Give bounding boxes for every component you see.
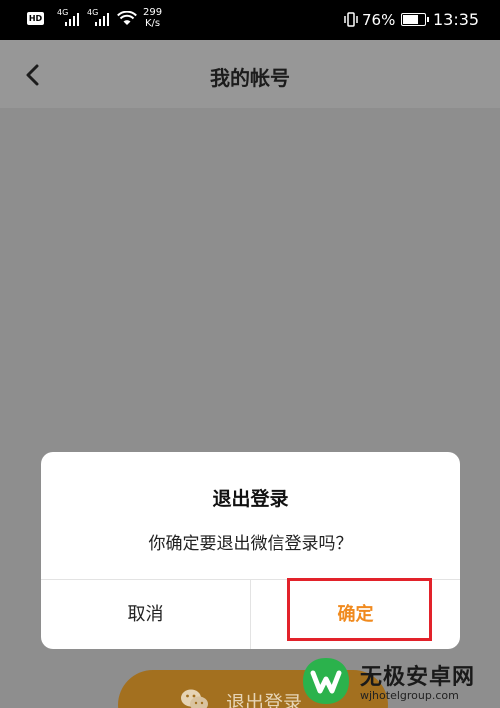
nav-bar: 我的帐号 [0, 40, 500, 108]
vibrate-icon [344, 12, 358, 27]
wechat-icon [181, 689, 208, 708]
dialog-message: 你确定要退出微信登录吗？ [148, 534, 353, 554]
watermark-logo-icon [303, 658, 349, 704]
network-speed-value: 299 [143, 7, 163, 18]
battery-icon [401, 13, 429, 26]
network-speed-unit: K/s [144, 18, 161, 29]
hd-badge: HD [27, 12, 44, 25]
battery-level [403, 15, 419, 24]
status-bar: HD 4G 4G 299 K/s 76% 13:35 [0, 0, 500, 40]
wifi-icon [117, 11, 137, 25]
signal-icon-1 [65, 12, 81, 26]
signal-icon-2 [95, 12, 111, 26]
page-title: 我的帐号 [210, 66, 290, 90]
watermark-brand: 无极安卓网 [360, 665, 476, 690]
logout-button-label: 退出登录 [226, 692, 303, 708]
network-speed: 299 K/s [143, 7, 162, 29]
highlight-box [287, 578, 432, 641]
dialog-title: 退出登录 [212, 488, 289, 510]
clock: 13:35 [433, 10, 480, 29]
watermark: 无极安卓网 wjhotelgroup.com [300, 655, 500, 708]
battery-percent: 76% [362, 11, 396, 29]
cancel-button[interactable]: 取消 [41, 580, 250, 649]
watermark-url: wjhotelgroup.com [360, 689, 459, 702]
